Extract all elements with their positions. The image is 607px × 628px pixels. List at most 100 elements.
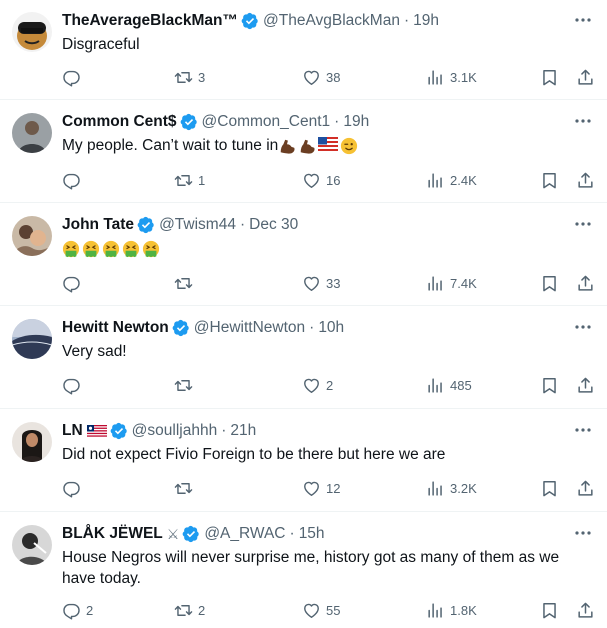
more-options-icon[interactable] [573, 525, 593, 541]
user-handle[interactable]: @A_RWAC [204, 525, 285, 543]
like-button[interactable]: 16 [302, 169, 340, 191]
reply-icon [62, 274, 81, 293]
bookmark-icon [540, 479, 559, 498]
avatar[interactable] [12, 319, 52, 359]
avatar[interactable] [12, 12, 52, 52]
tweet-text-container [62, 238, 592, 259]
user-handle[interactable]: @Twism44 [159, 216, 236, 234]
avatar[interactable] [12, 216, 52, 256]
retweet-button[interactable]: 1 [174, 169, 205, 191]
timestamp[interactable]: 21h [230, 422, 256, 440]
user-handle[interactable]: @Common_Cent1 [202, 113, 331, 131]
retweet-count: 1 [198, 172, 206, 188]
view-count: 3.2K [450, 480, 477, 496]
share-button[interactable] [576, 169, 595, 191]
reply-button[interactable] [62, 272, 86, 294]
views-chart-icon [426, 171, 445, 190]
timestamp[interactable]: 10h [318, 319, 344, 337]
reply-icon [62, 601, 81, 620]
reply-button[interactable]: 2 [62, 599, 93, 621]
emoji-row [278, 137, 358, 155]
tweet[interactable]: TheAverageBlackMan™ @TheAvgBlackMan · 19… [0, 0, 607, 100]
reply-button[interactable] [62, 374, 86, 396]
user-handle[interactable]: @soulljahhh [132, 422, 218, 440]
like-button[interactable]: 55 [302, 599, 340, 621]
tweet[interactable]: Hewitt Newton @HewittNewton · 10h Very s… [0, 307, 607, 409]
more-options-icon[interactable] [573, 319, 593, 335]
reply-icon [62, 171, 81, 190]
retweet-button[interactable] [174, 374, 198, 396]
reply-icon [62, 479, 81, 498]
share-button[interactable] [576, 272, 595, 294]
views-button[interactable]: 485 [426, 374, 472, 396]
share-button[interactable] [576, 374, 595, 396]
share-button[interactable] [576, 599, 595, 621]
tweet-feed: TheAverageBlackMan™ @TheAvgBlackMan · 19… [0, 0, 607, 628]
retweet-button[interactable]: 2 [174, 599, 205, 621]
like-button[interactable]: 12 [302, 477, 340, 499]
share-button[interactable] [576, 66, 595, 88]
avatar[interactable] [12, 422, 52, 462]
reply-button[interactable] [62, 169, 86, 191]
retweet-icon [174, 171, 193, 190]
tweet[interactable]: John Tate @Twism44 · Dec 30 33 7.4K [0, 204, 607, 306]
tweet-actions: 2 485 [62, 374, 595, 396]
more-options-icon[interactable] [573, 113, 593, 129]
views-button[interactable]: 7.4K [426, 272, 477, 294]
heart-icon [302, 171, 321, 190]
display-name[interactable]: TheAverageBlackMan™ [62, 12, 238, 30]
views-button[interactable]: 3.1K [426, 66, 477, 88]
bookmark-button[interactable] [540, 66, 559, 88]
like-count: 2 [326, 377, 334, 393]
avatar[interactable] [12, 113, 52, 153]
tweet-header: John Tate @Twism44 · Dec 30 [62, 214, 298, 236]
bookmark-button[interactable] [540, 169, 559, 191]
display-name[interactable]: John Tate [62, 216, 134, 234]
view-count: 7.4K [450, 275, 477, 291]
more-options-icon[interactable] [573, 216, 593, 232]
tweet[interactable]: BLÅK JËWEL ⚔ @A_RWAC · 15h House Negros … [0, 513, 607, 628]
timestamp[interactable]: 19h [343, 113, 369, 131]
reply-button[interactable] [62, 477, 86, 499]
retweet-button[interactable]: 3 [174, 66, 205, 88]
reply-button[interactable] [62, 66, 86, 88]
views-button[interactable]: 1.8K [426, 599, 477, 621]
bookmark-button[interactable] [540, 477, 559, 499]
user-handle[interactable]: @TheAvgBlackMan [263, 12, 400, 30]
views-button[interactable]: 3.2K [426, 477, 477, 499]
views-button[interactable]: 2.4K [426, 169, 477, 191]
tweet[interactable]: Common Cent$ @Common_Cent1 · 19h My peop… [0, 101, 607, 203]
retweet-button[interactable] [174, 477, 198, 499]
views-chart-icon [426, 376, 445, 395]
tweet-actions: 33 7.4K [62, 272, 595, 294]
user-handle[interactable]: @HewittNewton [194, 319, 305, 337]
like-button[interactable]: 33 [302, 272, 340, 294]
view-count: 2.4K [450, 172, 477, 188]
reply-icon [62, 376, 81, 395]
tweet[interactable]: LN @soulljahhh · 21h Did not expect Fivi… [0, 410, 607, 512]
more-options-icon[interactable] [573, 422, 593, 438]
bookmark-button[interactable] [540, 272, 559, 294]
crossed-swords-emoji: ⚔ [166, 525, 180, 542]
tweet-text: Very sad! [62, 343, 127, 360]
timestamp[interactable]: 19h [413, 12, 439, 30]
verified-badge-icon [172, 319, 190, 337]
bookmark-button[interactable] [540, 374, 559, 396]
timestamp[interactable]: Dec 30 [249, 216, 298, 234]
timestamp[interactable]: 15h [299, 525, 325, 543]
retweet-button[interactable] [174, 272, 198, 294]
like-button[interactable]: 2 [302, 374, 333, 396]
separator-dot: · [309, 319, 315, 336]
like-button[interactable]: 38 [302, 66, 340, 88]
display-name[interactable]: Hewitt Newton [62, 319, 169, 337]
bookmark-button[interactable] [540, 599, 559, 621]
display-name[interactable]: Common Cent$ [62, 113, 177, 131]
vomiting-face-emoji [142, 240, 160, 258]
avatar[interactable] [12, 525, 52, 565]
tweet-header: Hewitt Newton @HewittNewton · 10h [62, 317, 344, 339]
display-name[interactable]: BLÅK JËWEL [62, 525, 163, 543]
views-chart-icon [426, 68, 445, 87]
share-button[interactable] [576, 477, 595, 499]
more-options-icon[interactable] [573, 12, 593, 28]
display-name[interactable]: LN [62, 422, 83, 440]
